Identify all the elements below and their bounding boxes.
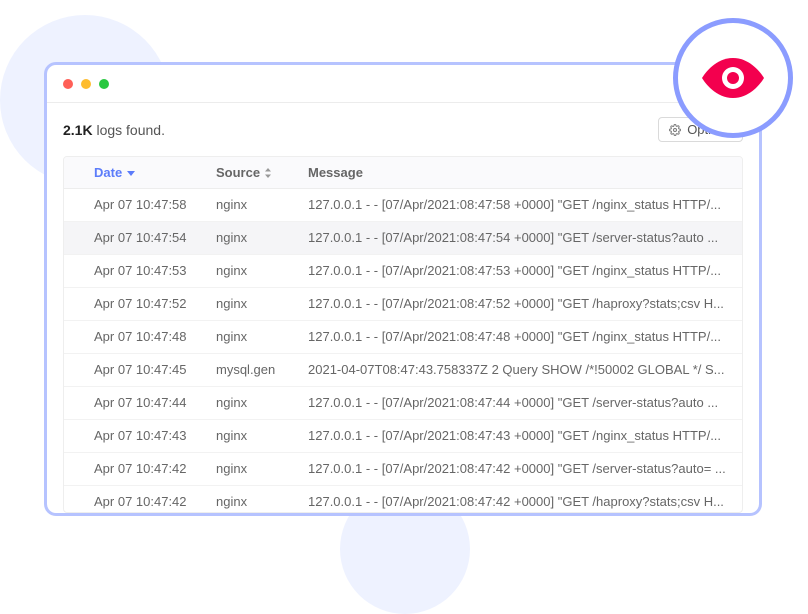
- cell-date: Apr 07 10:47:42: [84, 486, 206, 513]
- cell-date: Apr 07 10:47:52: [84, 288, 206, 320]
- table-body: Apr 07 10:47:58nginx127.0.0.1 - - [07/Ap…: [64, 189, 742, 513]
- sort-desc-icon: [126, 168, 136, 178]
- cell-date: Apr 07 10:47:44: [84, 387, 206, 419]
- cell-date: Apr 07 10:47:42: [84, 453, 206, 485]
- table-row[interactable]: Apr 07 10:47:53nginx127.0.0.1 - - [07/Ap…: [64, 255, 742, 288]
- table-row[interactable]: Apr 07 10:47:48nginx127.0.0.1 - - [07/Ap…: [64, 321, 742, 354]
- logs-table: Date Source Message Apr 07 10:47:58nginx…: [63, 156, 743, 513]
- cell-date: Apr 07 10:47:58: [84, 189, 206, 221]
- table-row[interactable]: Apr 07 10:47:42nginx127.0.0.1 - - [07/Ap…: [64, 486, 742, 513]
- cell-source: mysql.gen: [206, 354, 298, 386]
- cell-message: 127.0.0.1 - - [07/Apr/2021:08:47:54 +000…: [298, 222, 742, 254]
- cell-message: 127.0.0.1 - - [07/Apr/2021:08:47:42 +000…: [298, 486, 742, 513]
- table-row[interactable]: Apr 07 10:47:52nginx127.0.0.1 - - [07/Ap…: [64, 288, 742, 321]
- table-header: Date Source Message: [64, 157, 742, 189]
- cell-message: 127.0.0.1 - - [07/Apr/2021:08:47:52 +000…: [298, 288, 742, 320]
- table-row[interactable]: Apr 07 10:47:54nginx127.0.0.1 - - [07/Ap…: [64, 222, 742, 255]
- cell-message: 127.0.0.1 - - [07/Apr/2021:08:47:48 +000…: [298, 321, 742, 353]
- cell-source: nginx: [206, 453, 298, 485]
- cell-source: nginx: [206, 420, 298, 452]
- column-header-source-label: Source: [216, 165, 260, 180]
- cell-date: Apr 07 10:47:53: [84, 255, 206, 287]
- cell-source: nginx: [206, 486, 298, 513]
- cell-date: Apr 07 10:47:43: [84, 420, 206, 452]
- eye-icon: [702, 58, 764, 98]
- table-row[interactable]: Apr 07 10:47:45mysql.gen2021-04-07T08:47…: [64, 354, 742, 387]
- window-minimize-dot[interactable]: [81, 79, 91, 89]
- column-header-date[interactable]: Date: [84, 157, 206, 188]
- logs-count-number: 2.1K: [63, 122, 93, 138]
- cell-date: Apr 07 10:47:45: [84, 354, 206, 386]
- logs-count-suffix: logs found.: [96, 122, 165, 138]
- table-row[interactable]: Apr 07 10:47:44nginx127.0.0.1 - - [07/Ap…: [64, 387, 742, 420]
- table-row[interactable]: Apr 07 10:47:42nginx127.0.0.1 - - [07/Ap…: [64, 453, 742, 486]
- logs-count-text: 2.1K logs found.: [63, 122, 165, 138]
- gear-icon: [669, 124, 681, 136]
- window-close-dot[interactable]: [63, 79, 73, 89]
- cell-message: 2021-04-07T08:47:43.758337Z 2 Query SHOW…: [298, 354, 742, 386]
- title-bar: [47, 65, 759, 103]
- column-header-date-label: Date: [94, 165, 122, 180]
- cell-date: Apr 07 10:47:54: [84, 222, 206, 254]
- sort-icon: [264, 167, 272, 179]
- browser-window: 2.1K logs found. Options Date Source: [44, 62, 762, 516]
- cell-message: 127.0.0.1 - - [07/Apr/2021:08:47:43 +000…: [298, 420, 742, 452]
- cell-source: nginx: [206, 222, 298, 254]
- column-header-source[interactable]: Source: [206, 157, 298, 188]
- cell-message: 127.0.0.1 - - [07/Apr/2021:08:47:58 +000…: [298, 189, 742, 221]
- cell-date: Apr 07 10:47:48: [84, 321, 206, 353]
- cell-message: 127.0.0.1 - - [07/Apr/2021:08:47:53 +000…: [298, 255, 742, 287]
- table-row[interactable]: Apr 07 10:47:58nginx127.0.0.1 - - [07/Ap…: [64, 189, 742, 222]
- cell-source: nginx: [206, 255, 298, 287]
- cell-source: nginx: [206, 387, 298, 419]
- table-row[interactable]: Apr 07 10:47:43nginx127.0.0.1 - - [07/Ap…: [64, 420, 742, 453]
- cell-source: nginx: [206, 288, 298, 320]
- cell-message: 127.0.0.1 - - [07/Apr/2021:08:47:44 +000…: [298, 387, 742, 419]
- cell-message: 127.0.0.1 - - [07/Apr/2021:08:47:42 +000…: [298, 453, 742, 485]
- cell-source: nginx: [206, 189, 298, 221]
- window-zoom-dot[interactable]: [99, 79, 109, 89]
- eye-badge: [673, 18, 793, 138]
- cell-source: nginx: [206, 321, 298, 353]
- column-header-message[interactable]: Message: [298, 157, 742, 188]
